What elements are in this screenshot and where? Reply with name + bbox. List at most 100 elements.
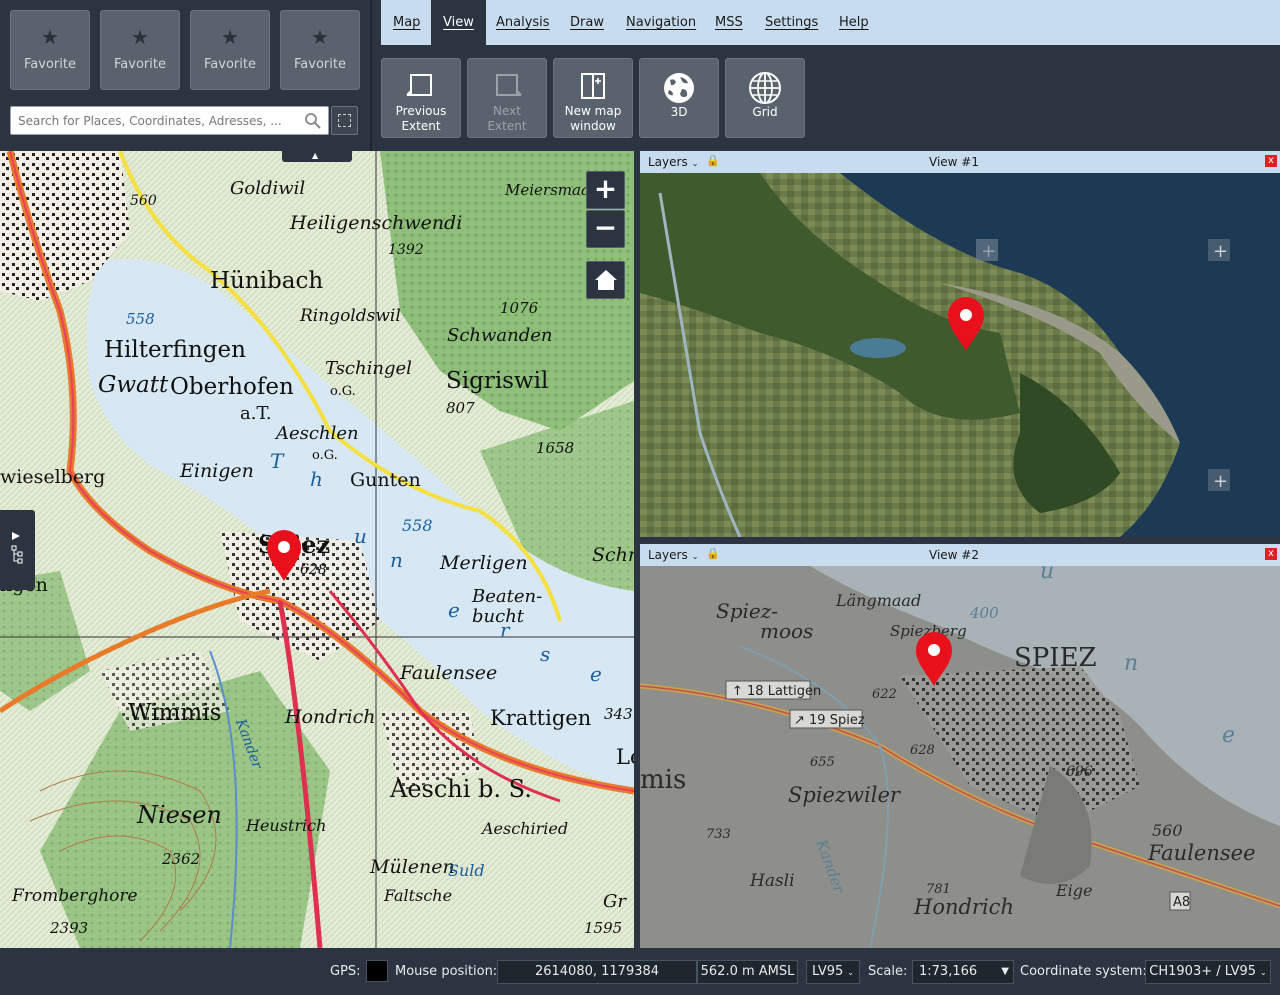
satellite-map[interactable]: + + + — [640, 173, 1280, 537]
map-label: 733 — [706, 827, 731, 842]
home-button[interactable] — [586, 261, 625, 299]
map-label: Schwanden — [447, 325, 553, 346]
panel-divider — [370, 0, 372, 151]
new-map-window-icon — [581, 73, 605, 99]
zoom-in-button[interactable]: + — [586, 171, 625, 209]
grid-marker-icon: + — [976, 239, 998, 262]
menu-mss[interactable]: MSS — [703, 0, 755, 45]
exit-sign-lattigen: ↑ 18 Lattigen — [732, 684, 821, 699]
menu-map[interactable]: Map — [381, 0, 432, 45]
map-label: 622 — [872, 687, 897, 702]
favorites-panel: ★ Favorite ★ Favorite ★ Favorite ★ Favor… — [0, 0, 370, 151]
close-icon[interactable]: x — [1265, 548, 1277, 560]
select-area-button[interactable] — [331, 106, 358, 135]
map-label: Tschingel — [325, 358, 412, 379]
map-label: Aeschiried — [480, 819, 568, 838]
chevron-up-icon: ▲ — [312, 151, 319, 160]
chevron-down-icon: ⌄ — [1260, 968, 1267, 977]
next-extent-label: Next — [493, 104, 521, 118]
previous-extent-button[interactable]: Previous Extent — [381, 58, 461, 138]
collapse-favorites-handle[interactable]: ▲ — [282, 150, 352, 162]
search-input[interactable] — [18, 111, 298, 131]
view-1-panel: Layers ⌄ 🔒 View #1 x + + + — [640, 151, 1280, 537]
map-label: Fromberghore — [11, 886, 138, 906]
map-label: wieselberg — [0, 466, 105, 488]
view-2-layers-dropdown[interactable]: Layers ⌄ — [648, 548, 698, 562]
map-label: Gwatt — [98, 372, 169, 398]
view-divider[interactable] — [640, 537, 1280, 544]
zoom-out-button[interactable]: − — [586, 210, 625, 248]
3d-label: 3D — [670, 105, 688, 119]
menu-navigation[interactable]: Navigation — [614, 0, 708, 45]
gps-toggle[interactable] — [366, 960, 388, 982]
view-2-panel: Layers ⌄ 🔒 View #2 x Spiez- moos Längmaa… — [640, 544, 1280, 948]
favorite-button-4[interactable]: ★ Favorite — [280, 10, 360, 90]
chevron-down-icon: ▼ — [1001, 966, 1009, 977]
previous-extent-icon — [406, 74, 432, 96]
view-2-title: View #2 — [929, 548, 979, 562]
search-box — [10, 106, 329, 135]
favorite-button-3[interactable]: ★ Favorite — [190, 10, 270, 90]
height-system-dropdown[interactable]: LV95 ⌄ — [806, 960, 860, 984]
map-label: 1076 — [500, 299, 539, 317]
map-label: Heustrich — [245, 816, 326, 835]
grayscale-topo-map[interactable]: Spiez- moos Längmaad 400 Spiezberg SPIEZ… — [640, 566, 1280, 948]
map-label: Heiligenschwendi — [289, 212, 462, 234]
map-label: a.T. — [240, 403, 272, 424]
lake-label: T — [270, 449, 285, 473]
minus-icon: − — [593, 211, 618, 244]
lake-label: e — [1222, 723, 1235, 748]
map-label: Schn — [592, 544, 634, 566]
view-1-layers-dropdown[interactable]: Layers ⌄ — [648, 155, 698, 169]
layer-tree-icon — [11, 532, 23, 564]
map-label: Sigriswil — [446, 368, 548, 394]
scale-combobox[interactable]: 1:73,166 ▼ — [912, 960, 1014, 984]
grid-globe-icon — [749, 72, 781, 104]
star-icon: ★ — [131, 25, 149, 49]
grid-button[interactable]: Grid — [725, 58, 805, 138]
map-label: Mülenen — [369, 856, 455, 878]
map-label: 400 — [969, 604, 999, 622]
close-icon[interactable]: x — [1265, 155, 1277, 167]
map-label: 807 — [446, 399, 475, 417]
favorite-button-2[interactable]: ★ Favorite — [100, 10, 180, 90]
lake-label: e — [590, 662, 602, 686]
svg-text:+: + — [1213, 471, 1228, 492]
exit-sign-spiez: ↗ 19 Spiez — [794, 713, 865, 728]
topographic-map: Goldiwil Meiersmaad Heiligenschwendi 139… — [0, 151, 634, 948]
favorite-label: Favorite — [204, 57, 256, 72]
menu-analysis[interactable]: Analysis — [484, 0, 562, 45]
lock-icon[interactable]: 🔒 — [706, 547, 720, 560]
map-label: 343 — [604, 705, 633, 723]
menu-draw[interactable]: Draw — [558, 0, 616, 45]
lake-label: u — [354, 524, 367, 548]
grid-label: Grid — [752, 105, 778, 119]
map-label: 655 — [810, 755, 835, 770]
search-icon[interactable] — [304, 112, 322, 130]
map-label: Niesen — [136, 801, 222, 829]
lake-label: e — [448, 598, 460, 622]
map-label: o.G. — [312, 448, 338, 463]
map-label: Faulensee — [1147, 841, 1256, 865]
menu-view[interactable]: View — [431, 0, 486, 45]
map-label: Einigen — [179, 460, 254, 482]
map-label: moos — [760, 619, 813, 643]
map-label: Längmaad — [835, 591, 921, 610]
map-label: Le — [616, 745, 634, 769]
menu-settings[interactable]: Settings — [753, 0, 830, 45]
favorite-button-1[interactable]: ★ Favorite — [10, 10, 90, 90]
layer-tree-toggle[interactable] — [0, 510, 35, 590]
menu-help[interactable]: Help — [827, 0, 881, 45]
new-map-window-button[interactable]: New map window — [553, 58, 633, 138]
lock-icon[interactable]: 🔒 — [706, 154, 720, 167]
star-icon: ★ — [311, 25, 329, 49]
globe-3d-icon — [664, 73, 694, 103]
crs-dropdown[interactable]: CH1903+ / LV95 ⌄ — [1145, 960, 1271, 984]
view-1-header: Layers ⌄ 🔒 View #1 x — [640, 151, 1280, 173]
map-label: Wimmis — [128, 700, 221, 726]
map-label: Spiezwiler — [788, 783, 902, 807]
next-extent-button[interactable]: Next Extent — [467, 58, 547, 138]
main-map-view[interactable]: Goldiwil Meiersmaad Heiligenschwendi 139… — [0, 151, 634, 948]
previous-extent-label-2: Extent — [401, 119, 441, 133]
3d-button[interactable]: 3D — [639, 58, 719, 138]
